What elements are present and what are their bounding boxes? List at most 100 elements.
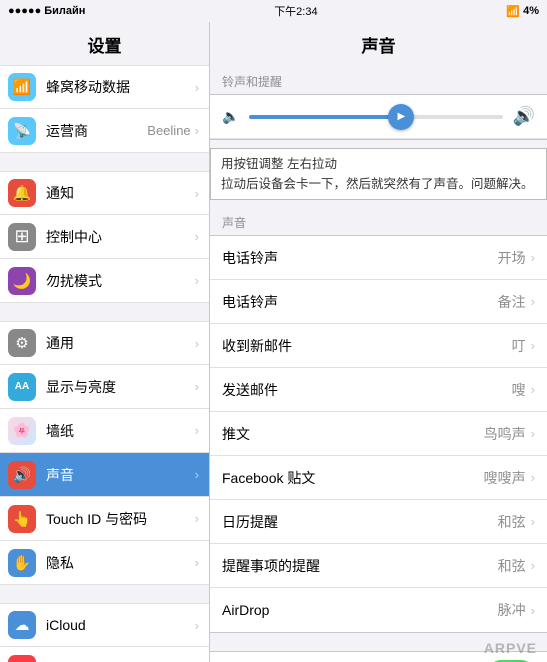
sidebar-item-control[interactable]: ⊞ 控制中心 › [0, 215, 209, 259]
sound-icon: 🔊 [8, 461, 36, 489]
airdrop-chevron: › [531, 603, 535, 618]
touchid-label: Touch ID 与密码 [46, 509, 195, 529]
right-panel: 声音 铃声和提醒 🔈 ▶ 🔊 用按钮调整 左右拉动 拉动后设备会卡一下，然后就突… [210, 22, 547, 662]
display-chevron: › [195, 379, 199, 394]
donotdisturb-chevron: › [195, 273, 199, 288]
annotation-container: 用按钮调整 左右拉动 拉动后设备会卡一下，然后就突然有了声音。问题解决。 [210, 148, 547, 200]
tweet-value: 鸟鸣声 [484, 424, 526, 444]
sentmail-label: 发送邮件 [222, 380, 512, 400]
sound-chevron: › [195, 467, 199, 482]
sidebar-item-wallpaper[interactable]: 🌸 墙纸 › [0, 409, 209, 453]
sentmail-row[interactable]: 发送邮件 嗖 › [210, 368, 547, 412]
sidebar-item-carrier[interactable]: 📡 运营商 Beeline › [0, 109, 209, 153]
general-icon: ⚙ [8, 329, 36, 357]
sidebar-item-privacy[interactable]: ✋ 隐私 › [0, 541, 209, 585]
sidebar-item-sound[interactable]: 🔊 声音 › [0, 453, 209, 497]
itunes-icon: A [8, 655, 36, 662]
tweet-chevron: › [531, 426, 535, 441]
ringtone-section-label: 铃声和提醒 [210, 65, 547, 94]
sidebar-item-cellular[interactable]: 📶 蜂窝移动数据 › [0, 65, 209, 109]
display-icon: AA [8, 373, 36, 401]
sound-label: 声音 [46, 465, 195, 485]
airdrop-row[interactable]: AirDrop 脉冲 › [210, 588, 547, 632]
volume-row[interactable]: 🔈 ▶ 🔊 [210, 95, 547, 139]
ringtone-value: 开场 [498, 248, 526, 268]
newmail-value: 叮 [512, 336, 526, 356]
sidebar-item-icloud[interactable]: ☁ iCloud › [0, 603, 209, 647]
slider-thumb-icon: ▶ [397, 111, 405, 122]
status-bar: ●●●●● Билайн 下午2:34 📶 4% [0, 0, 547, 22]
carrier-icon: 📡 [8, 117, 36, 145]
calreminder-chevron: › [531, 514, 535, 529]
control-icon: ⊞ [8, 223, 36, 251]
volume-slider-track[interactable]: ▶ [249, 115, 502, 119]
calreminder-value: 和弦 [498, 512, 526, 532]
sidebar-item-touchid[interactable]: 👆 Touch ID 与密码 › [0, 497, 209, 541]
calreminder-row[interactable]: 日历提醒 和弦 › [210, 500, 547, 544]
sound-section-label: 声音 [210, 206, 547, 235]
airdrop-label: AirDrop [222, 602, 498, 618]
sidebar-item-notifications[interactable]: 🔔 通知 › [0, 171, 209, 215]
sidebar-item-general[interactable]: ⚙ 通用 › [0, 321, 209, 365]
general-label: 通用 [46, 333, 195, 353]
sidebar-gap-2 [0, 303, 209, 321]
newmail-row[interactable]: 收到新邮件 叮 › [210, 324, 547, 368]
volume-group: 🔈 ▶ 🔊 [210, 94, 547, 140]
sentmail-chevron: › [531, 382, 535, 397]
sidebar-section-accounts: ☁ iCloud › A iTunes Store 与 App Store › … [0, 603, 209, 662]
donotdisturb-icon: 🌙 [8, 267, 36, 295]
annotation-line1: 用按钮调整 左右拉动 [221, 154, 536, 174]
volume-slider-fill [249, 115, 401, 119]
texttone-chevron: › [531, 294, 535, 309]
general-chevron: › [195, 336, 199, 351]
wifi-icon: 📶 [506, 5, 520, 18]
icloud-icon: ☁ [8, 611, 36, 639]
sidebar-item-display[interactable]: AA 显示与亮度 › [0, 365, 209, 409]
status-time: 下午2:34 [274, 3, 317, 19]
locksound-row[interactable]: 锁定声 [210, 652, 547, 662]
sidebar-item-itunes[interactable]: A iTunes Store 与 App Store › [0, 647, 209, 662]
fbpost-row[interactable]: Facebook 贴文 嗖嗖声 › [210, 456, 547, 500]
sidebar-title: 设置 [0, 22, 209, 65]
reminderalerts-row[interactable]: 提醒事项的提醒 和弦 › [210, 544, 547, 588]
sidebar-section-preferences: ⚙ 通用 › AA 显示与亮度 › 🌸 墙纸 › 🔊 声音 › 👆 Tou [0, 321, 209, 585]
sidebar-section-network: 📶 蜂窝移动数据 › 📡 运营商 Beeline › [0, 65, 209, 153]
reminderalerts-chevron: › [531, 558, 535, 573]
fbpost-label: Facebook 贴文 [222, 468, 484, 488]
newmail-label: 收到新邮件 [222, 336, 512, 356]
display-label: 显示与亮度 [46, 377, 195, 397]
privacy-label: 隐私 [46, 553, 195, 573]
wallpaper-icon: 🌸 [8, 417, 36, 445]
toggle-items-group: 锁定声 按键音 [210, 651, 547, 662]
calreminder-label: 日历提醒 [222, 512, 498, 532]
carrier-chevron: › [195, 123, 199, 138]
carrier-value: Beeline [147, 123, 190, 138]
newmail-chevron: › [531, 338, 535, 353]
status-carrier: ●●●●● Билайн [8, 5, 85, 17]
volume-high-icon: 🔊 [513, 106, 535, 127]
privacy-chevron: › [195, 555, 199, 570]
fbpost-value: 嗖嗖声 [484, 468, 526, 488]
texttone-value: 备注 [498, 292, 526, 312]
texttone-row[interactable]: 电话铃声 备注 › [210, 280, 547, 324]
sidebar-item-donotdisturb[interactable]: 🌙 勿扰模式 › [0, 259, 209, 303]
fbpost-chevron: › [531, 470, 535, 485]
control-label: 控制中心 [46, 227, 195, 247]
tweet-row[interactable]: 推文 鸟鸣声 › [210, 412, 547, 456]
donotdisturb-label: 勿扰模式 [46, 271, 195, 291]
main-content: 设置 📶 蜂窝移动数据 › 📡 运营商 Beeline › 🔔 通知 › [0, 22, 547, 662]
privacy-icon: ✋ [8, 549, 36, 577]
ringtone-row[interactable]: 电话铃声 开场 › [210, 236, 547, 280]
sidebar-gap-3 [0, 585, 209, 603]
sidebar: 设置 📶 蜂窝移动数据 › 📡 运营商 Beeline › 🔔 通知 › [0, 22, 210, 662]
sound-items-group: 电话铃声 开场 › 电话铃声 备注 › 收到新邮件 叮 › 发送邮件 嗖 › 推… [210, 235, 547, 633]
ringtone-label: 电话铃声 [222, 248, 498, 268]
touchid-icon: 👆 [8, 505, 36, 533]
volume-slider-thumb[interactable]: ▶ [388, 104, 414, 130]
reminderalerts-value: 和弦 [498, 556, 526, 576]
wallpaper-chevron: › [195, 423, 199, 438]
carrier-label: 运营商 [46, 121, 147, 141]
icloud-chevron: › [195, 618, 199, 633]
volume-low-icon: 🔈 [222, 108, 239, 125]
annotation-box: 用按钮调整 左右拉动 拉动后设备会卡一下，然后就突然有了声音。问题解决。 [210, 148, 547, 200]
